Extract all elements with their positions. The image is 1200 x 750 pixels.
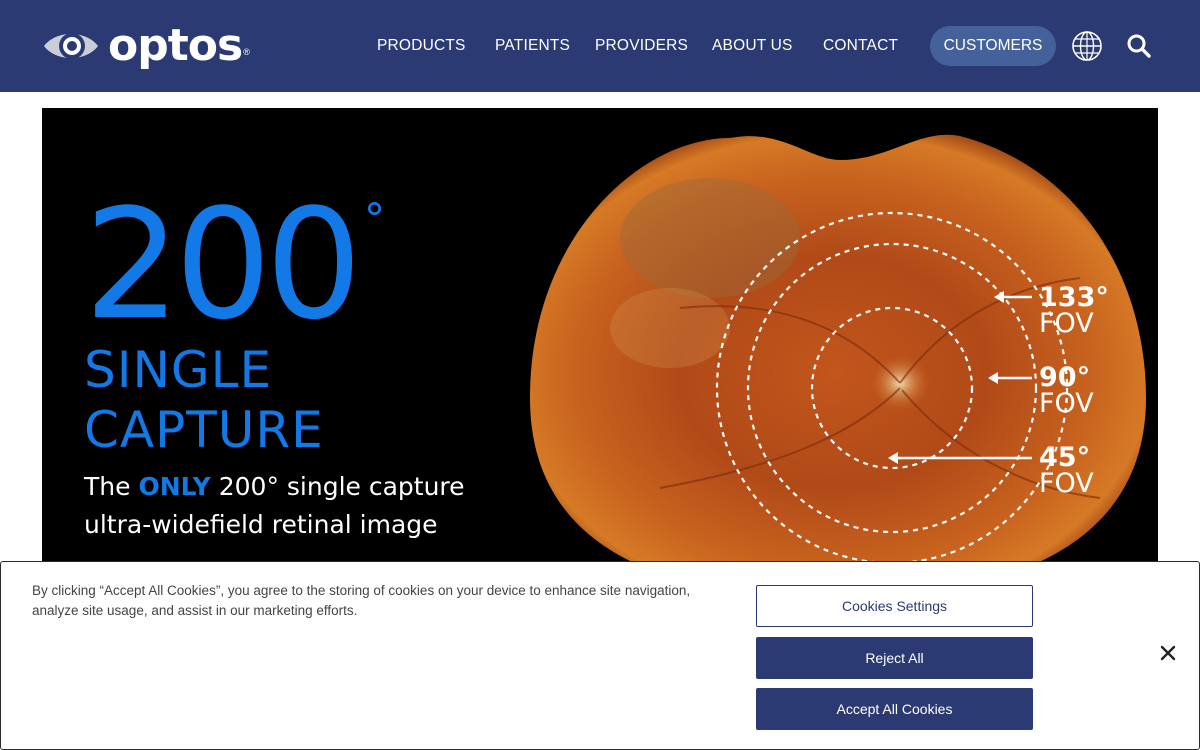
nav-patients[interactable]: PATIENTS — [495, 37, 570, 55]
hero-subtitle: The ONLY 200° single capture ultra-widef… — [84, 468, 465, 544]
search-icon[interactable] — [1126, 33, 1152, 59]
site-header: optos ® PRODUCTS PATIENTS PROVIDERS ABOU… — [0, 0, 1200, 92]
fov-label-90: 90° FOV — [1039, 364, 1094, 419]
hero-banner: 200 ° SINGLE CAPTURE The ONLY 200° singl… — [42, 108, 1158, 568]
hero-subtitle-line2: ultra-widefield retinal image — [84, 510, 438, 539]
logo-wordmark: optos — [108, 20, 243, 71]
hero-heading-line1: SINGLE — [84, 341, 273, 399]
cookies-settings-button[interactable]: Cookies Settings — [756, 585, 1033, 627]
cookie-banner: By clicking “Accept All Cookies”, you ag… — [0, 561, 1200, 750]
fov-text-90: FOV — [1039, 388, 1094, 419]
hero-degree-symbol: ° — [364, 194, 385, 243]
fov-text-45: FOV — [1039, 468, 1094, 499]
eye-logo-icon — [44, 33, 98, 59]
nav-products[interactable]: PRODUCTS — [377, 37, 466, 55]
accept-all-cookies-button[interactable]: Accept All Cookies — [756, 688, 1033, 730]
retina-image — [530, 134, 1146, 568]
fov-label-45: 45° FOV — [1039, 444, 1094, 499]
hero-subtitle-post: 200° single capture — [210, 472, 465, 501]
hero-big-number: 200 — [84, 176, 362, 353]
optos-logo[interactable]: optos ® — [42, 22, 250, 70]
logo-registered-mark: ® — [243, 47, 250, 57]
nav-contact[interactable]: CONTACT — [823, 37, 898, 55]
fov-label-133: 133° FOV — [1039, 284, 1109, 339]
close-icon[interactable] — [1157, 642, 1179, 664]
customers-button[interactable]: CUSTOMERS — [930, 26, 1056, 66]
hero-subtitle-pre: The — [84, 472, 139, 501]
globe-icon[interactable] — [1071, 30, 1103, 62]
hero-subtitle-highlight: ONLY — [138, 472, 211, 501]
reject-all-button[interactable]: Reject All — [756, 637, 1033, 679]
nav-providers[interactable]: PROVIDERS — [595, 37, 688, 55]
hero-heading-line2: CAPTURE — [84, 401, 324, 459]
nav-about-us[interactable]: ABOUT US — [712, 37, 793, 55]
cookie-consent-text: By clicking “Accept All Cookies”, you ag… — [32, 583, 691, 618]
fov-text-133: FOV — [1039, 308, 1094, 339]
